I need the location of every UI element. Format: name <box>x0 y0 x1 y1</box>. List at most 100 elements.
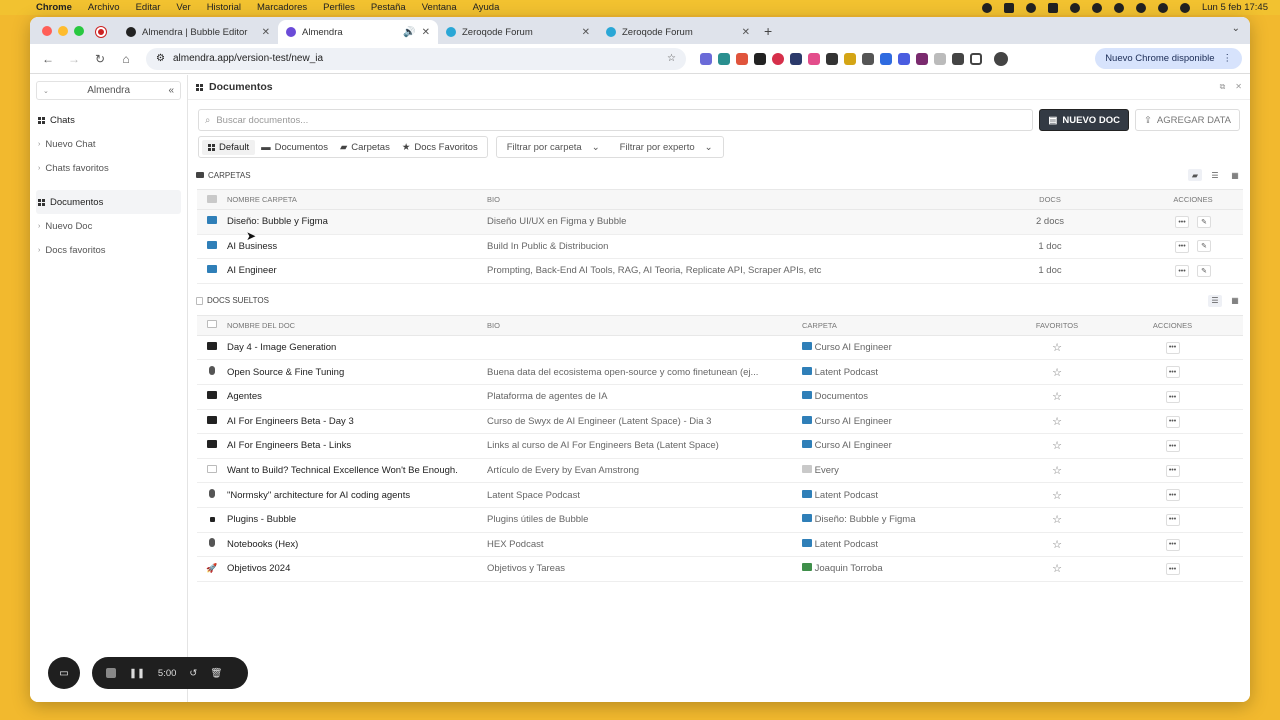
doc-name[interactable]: AI For Engineers Beta - Links <box>227 433 487 459</box>
pause-icon[interactable]: ❚❚ <box>129 668 145 679</box>
extension-icon[interactable] <box>700 52 712 65</box>
grid-view-icon[interactable]: ▦ <box>1228 169 1242 181</box>
close-tab-icon[interactable]: ✕ <box>262 27 270 38</box>
app-icon[interactable] <box>1025 2 1036 13</box>
table-row[interactable]: "Normsky" architecture for AI coding age… <box>197 482 1243 508</box>
popout-icon[interactable]: ⧉ <box>1220 82 1226 92</box>
table-row[interactable]: AI Business Build In Public & Distribuci… <box>197 234 1243 260</box>
wifi-icon[interactable] <box>1135 2 1146 13</box>
extension-icon[interactable] <box>880 52 892 65</box>
menu-historial[interactable]: Historial <box>207 2 241 13</box>
view-documentos[interactable]: ▬ Documentos <box>255 140 334 155</box>
table-row[interactable]: AI For Engineers Beta - Day 3 Curso de Sw… <box>197 409 1243 435</box>
filter-expert-dropdown[interactable]: Filtrar por experto ⌄ <box>610 142 723 153</box>
table-row[interactable]: Want to Build? Technical Excellence Won'… <box>197 458 1243 484</box>
tab-search-chevron-icon[interactable]: ⌄ <box>1232 23 1240 34</box>
edit-icon[interactable]: ✎ <box>1197 240 1211 253</box>
menu-perfiles[interactable]: Perfiles <box>323 2 355 13</box>
side-panel-icon[interactable] <box>970 52 982 65</box>
table-row[interactable]: 🚀 Objetivos 2024 Objetivos y Tareas Joaqui… <box>197 556 1243 582</box>
view-docs-favoritos[interactable]: ★ Docs Favoritos <box>396 140 484 155</box>
favorite-star-icon[interactable]: ☆ <box>1052 416 1062 428</box>
search-input[interactable]: ⌕ Buscar documentos... <box>198 109 1034 131</box>
trash-icon[interactable]: 🗑 <box>210 668 222 679</box>
site-info-icon[interactable]: ⚙ <box>156 53 165 64</box>
doc-name[interactable]: Notebooks (Hex) <box>227 532 487 558</box>
extension-icon[interactable] <box>826 52 838 65</box>
table-row[interactable]: AI Engineer Prompting, Back-End AI Tools… <box>197 258 1243 284</box>
favorite-star-icon[interactable]: ☆ <box>1052 440 1062 452</box>
profile-avatar[interactable] <box>994 51 1008 66</box>
doc-name[interactable]: Want to Build? Technical Excellence Won'… <box>227 458 487 484</box>
folder-name[interactable]: Diseño: Bubble y Figma <box>227 209 487 235</box>
view-carpetas[interactable]: ▰ Carpetas <box>334 140 396 155</box>
back-arrow-icon[interactable]: ← <box>38 52 58 66</box>
more-options-icon[interactable]: ••• <box>1165 415 1180 428</box>
zoom-window-button[interactable] <box>74 26 84 36</box>
doc-name[interactable]: Agentes <box>227 384 487 410</box>
menu-marcadores[interactable]: Marcadores <box>257 2 307 13</box>
doc-name[interactable]: Day 4 - Image Generation <box>227 335 487 361</box>
more-options-icon[interactable]: ••• <box>1165 341 1180 354</box>
address-bar[interactable]: ⚙ almendra.app/version-test/new_ia ☆ <box>146 47 686 70</box>
doc-folder-name[interactable]: Joaquin Torroba <box>815 563 883 574</box>
sidebar-item-documentos[interactable]: Documentos <box>36 190 181 214</box>
table-row[interactable]: Plugins - Bubble Plugins útiles de Bubble… <box>197 507 1243 533</box>
view-default[interactable]: Default <box>202 139 256 155</box>
mic-icon[interactable] <box>981 2 992 13</box>
menu-editar[interactable]: Editar <box>136 2 161 13</box>
menu-archivo[interactable]: Archivo <box>88 2 120 13</box>
edit-icon[interactable]: ✎ <box>1197 264 1211 277</box>
doc-folder-name[interactable]: Latent Podcast <box>815 539 878 550</box>
sidebar-item-docs-favoritos[interactable]: › Docs favoritos <box>30 238 187 262</box>
add-data-button[interactable]: ⇪ AGREGAR DATA <box>1134 109 1240 131</box>
extension-icon[interactable] <box>736 52 748 65</box>
menu-ayuda[interactable]: Ayuda <box>473 2 500 13</box>
update-chrome-button[interactable]: Nuevo Chrome disponible ⋮ <box>1095 48 1242 69</box>
extension-icon[interactable] <box>718 52 730 65</box>
favorite-star-icon[interactable]: ☆ <box>1052 391 1062 403</box>
doc-folder-name[interactable]: Documentos <box>815 391 868 402</box>
list-view-icon[interactable]: ☰ <box>1208 294 1222 307</box>
menu-ventana[interactable]: Ventana <box>422 2 457 13</box>
tab-zeroqode-2[interactable]: Zeroqode Forum ✕ <box>598 20 758 44</box>
play-icon[interactable] <box>1091 2 1102 13</box>
doc-folder-name[interactable]: Latent Podcast <box>815 490 878 501</box>
favorite-star-icon[interactable]: ☆ <box>1052 465 1062 477</box>
folder-name[interactable]: AI Engineer <box>227 258 487 284</box>
battery-icon[interactable] <box>1113 2 1124 13</box>
grid-view-icon[interactable]: ▦ <box>1228 295 1242 307</box>
reload-icon[interactable]: ↻ <box>90 52 110 66</box>
close-window-button[interactable] <box>42 26 52 36</box>
puzzle-icon[interactable] <box>952 52 964 65</box>
filter-folder-dropdown[interactable]: Filtrar por carpeta ⌄ <box>497 142 610 153</box>
more-options-icon[interactable]: ••• <box>1175 240 1189 253</box>
favorite-star-icon[interactable]: ☆ <box>1052 342 1062 354</box>
doc-name[interactable]: AI For Engineers Beta - Day 3 <box>227 409 487 435</box>
table-row[interactable]: Open Source & Fine Tuning Buena data del … <box>197 359 1243 385</box>
extension-icon[interactable] <box>934 52 946 65</box>
list-view-icon[interactable]: ☰ <box>1208 169 1222 181</box>
more-options-icon[interactable]: ••• <box>1165 440 1180 453</box>
more-options-icon[interactable]: ••• <box>1165 538 1180 551</box>
bluetooth-icon[interactable] <box>1069 2 1080 13</box>
table-row[interactable]: Day 4 - Image Generation Curso AI Engine… <box>197 335 1243 361</box>
menu-pestana[interactable]: Pestaña <box>371 2 406 13</box>
close-tab-icon[interactable]: ✕ <box>742 27 750 38</box>
doc-folder-name[interactable]: Curso AI Engineer <box>815 342 892 353</box>
restart-icon[interactable]: ↺ <box>189 668 197 679</box>
more-options-icon[interactable]: ••• <box>1165 391 1180 404</box>
minimize-window-button[interactable] <box>58 26 68 36</box>
bookmark-star-icon[interactable]: ☆ <box>667 53 676 64</box>
more-options-icon[interactable]: ••• <box>1165 513 1180 526</box>
audio-icon[interactable]: 🔊 <box>403 27 415 38</box>
tab-almendra[interactable]: Almendra 🔊 ✕ <box>278 20 438 44</box>
tab-zeroqode-1[interactable]: Zeroqode Forum ✕ <box>438 20 598 44</box>
doc-name[interactable]: Plugins - Bubble <box>227 507 487 533</box>
pinned-tab[interactable] <box>88 20 118 44</box>
edit-icon[interactable]: ✎ <box>1197 215 1211 228</box>
extension-icon[interactable] <box>916 52 928 65</box>
extension-icon[interactable] <box>790 52 802 65</box>
tab-bubble-editor[interactable]: Almendra | Bubble Editor ✕ <box>118 20 278 44</box>
table-row[interactable]: AI For Engineers Beta - Links Links al cu… <box>197 433 1243 459</box>
